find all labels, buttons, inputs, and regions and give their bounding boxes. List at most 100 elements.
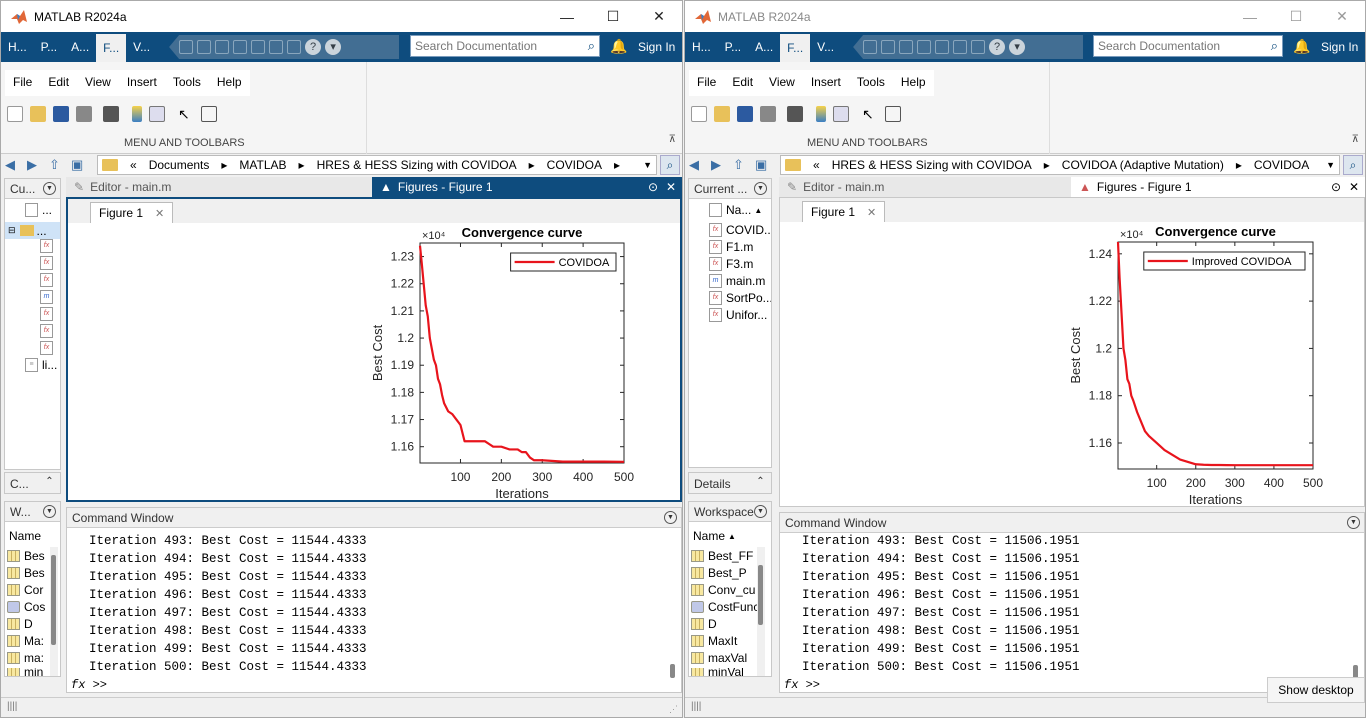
scrollbar-thumb[interactable]	[758, 565, 763, 625]
link-icon[interactable]	[787, 106, 803, 122]
paste-icon[interactable]	[917, 40, 932, 54]
menu-file[interactable]: File	[5, 70, 40, 96]
command-prompt[interactable]: fx >>	[784, 678, 820, 692]
link-icon[interactable]	[103, 106, 119, 122]
menu-insert[interactable]: Insert	[803, 70, 849, 96]
open-file-icon[interactable]	[714, 106, 730, 122]
path-segment[interactable]: COVIDOA	[1254, 158, 1309, 172]
redo-icon[interactable]	[269, 40, 284, 54]
search-folder-icon[interactable]: ⌕	[1343, 155, 1363, 175]
figure-1-tab[interactable]: Figure 1 ✕	[802, 201, 886, 222]
path-dropdown-icon[interactable]: ▼	[1326, 160, 1335, 170]
forward-icon[interactable]: ▶	[27, 157, 45, 173]
browse-folder-icon[interactable]: ▣	[71, 157, 89, 173]
column-header[interactable]: Name ▲	[693, 529, 736, 543]
forward-icon[interactable]: ▶	[711, 157, 729, 173]
list-item[interactable]: ≡ li...	[25, 358, 57, 372]
file-item[interactable]: fx	[40, 239, 57, 253]
copy-icon[interactable]	[899, 40, 914, 54]
editor-tab[interactable]: ✎ Editor - main.m	[66, 177, 372, 197]
path-segment[interactable]: Documents	[149, 158, 210, 172]
panel-menu-icon[interactable]: ▼	[664, 511, 677, 524]
table-row[interactable]: D	[7, 617, 33, 631]
file-item[interactable]: fx	[40, 307, 57, 321]
panel-menu-icon[interactable]: ▼	[43, 505, 56, 518]
menu-file[interactable]: File	[689, 70, 724, 96]
table-row[interactable]: Ma:	[7, 634, 44, 648]
menu-help[interactable]: Help	[209, 70, 250, 96]
cut-icon[interactable]	[197, 40, 212, 54]
fx-icon[interactable]: fx	[71, 678, 85, 692]
path-dropdown-icon[interactable]: ▼	[643, 160, 652, 170]
switch-windows-icon[interactable]	[971, 40, 986, 54]
menu-tools[interactable]: Tools	[849, 70, 893, 96]
new-figure-icon[interactable]	[7, 106, 23, 122]
command-window-header[interactable]: Command Window ▼	[67, 508, 681, 528]
path-segment[interactable]: MATLAB	[239, 158, 286, 172]
property-inspector-icon[interactable]	[201, 106, 217, 122]
print-icon[interactable]	[76, 106, 92, 122]
table-row[interactable]: Bes	[7, 566, 45, 580]
panel-menu-icon[interactable]: ▼	[754, 505, 767, 518]
notification-bell-icon[interactable]: 🔔	[610, 38, 627, 55]
close-figures-icon[interactable]: ✕	[1349, 180, 1359, 194]
file-item[interactable]: fx	[40, 256, 57, 270]
save-figure-icon[interactable]	[53, 106, 69, 122]
tab-view[interactable]: V...	[810, 32, 841, 62]
paste-icon[interactable]	[233, 40, 248, 54]
menu-help[interactable]: Help	[893, 70, 934, 96]
scrollbar[interactable]	[50, 547, 58, 676]
file-item[interactable]: fx SortPo...	[709, 291, 771, 305]
path-segment[interactable]: COVIDOA	[547, 158, 602, 172]
file-item[interactable]: m main.m	[709, 274, 765, 288]
path-separator[interactable]: ▸	[614, 158, 620, 172]
path-separator[interactable]: ▸	[1236, 158, 1242, 172]
sign-in-link[interactable]: Sign In	[1321, 40, 1358, 54]
file-item[interactable]: fx	[40, 341, 57, 355]
save-icon[interactable]	[179, 40, 194, 54]
path-field[interactable]: « HRES & HESS Sizing with COVIDOA ▸ COVI…	[780, 155, 1340, 175]
tab-figure[interactable]: F...	[780, 32, 811, 62]
current-folder-header[interactable]: Cu... ▼	[5, 179, 60, 199]
search-icon[interactable]: ⌕	[1271, 38, 1278, 54]
file-item[interactable]: fx	[40, 324, 57, 338]
expand-icon[interactable]: ⊟	[8, 225, 16, 236]
current-folder-header[interactable]: Current ... ▼	[689, 179, 771, 199]
tab-apps[interactable]: A...	[64, 32, 96, 62]
path-segment[interactable]: COVIDOA (Adaptive Mutation)	[1062, 158, 1224, 172]
path-separator[interactable]: ▸	[529, 158, 535, 172]
path-segment[interactable]: HRES & HESS Sizing with COVIDOA	[832, 158, 1032, 172]
minimize-button[interactable]: —	[544, 1, 590, 32]
menu-edit[interactable]: Edit	[724, 70, 761, 96]
tab-menu-icon[interactable]: ⊙	[648, 180, 658, 194]
path-overflow[interactable]: «	[130, 158, 137, 172]
command-window-header[interactable]: Command Window ▼	[780, 513, 1364, 533]
tab-apps[interactable]: A...	[748, 32, 780, 62]
fx-icon[interactable]: fx	[784, 678, 798, 692]
pointer-icon[interactable]: ↖	[862, 106, 878, 122]
panel-menu-icon[interactable]: ▼	[1347, 516, 1360, 529]
quick-access-dropdown-icon[interactable]: ▾	[325, 39, 342, 55]
notification-bell-icon[interactable]: 🔔	[1293, 38, 1310, 55]
tab-figure[interactable]: F...	[96, 32, 127, 62]
legend-icon[interactable]	[149, 106, 165, 122]
cut-icon[interactable]	[881, 40, 896, 54]
panel-menu-icon[interactable]: ▼	[43, 182, 56, 195]
file-item[interactable]: fx Unifor...	[709, 308, 767, 322]
legend-icon[interactable]	[833, 106, 849, 122]
scrollbar[interactable]	[669, 530, 677, 680]
tab-plots[interactable]: P...	[34, 32, 64, 62]
sign-in-link[interactable]: Sign In	[638, 40, 675, 54]
search-icon[interactable]: ⌕	[588, 38, 595, 54]
path-separator[interactable]: ▸	[299, 158, 305, 172]
details-header[interactable]: C... ⌃	[5, 473, 60, 493]
path-field[interactable]: « Documents ▸ MATLAB ▸ HRES & HESS Sizin…	[97, 155, 657, 175]
menu-insert[interactable]: Insert	[119, 70, 165, 96]
list-item[interactable]: ⊟...	[5, 222, 60, 239]
table-row[interactable]: min	[7, 668, 43, 676]
minimize-button[interactable]: —	[1227, 1, 1273, 32]
collapse-toolstrip-icon[interactable]: ⊼	[1352, 134, 1359, 145]
collapse-toolstrip-icon[interactable]: ⊼	[669, 134, 676, 145]
expand-panel-icon[interactable]: ⌃	[43, 476, 56, 489]
workspace-header[interactable]: W... ▼	[5, 502, 60, 522]
